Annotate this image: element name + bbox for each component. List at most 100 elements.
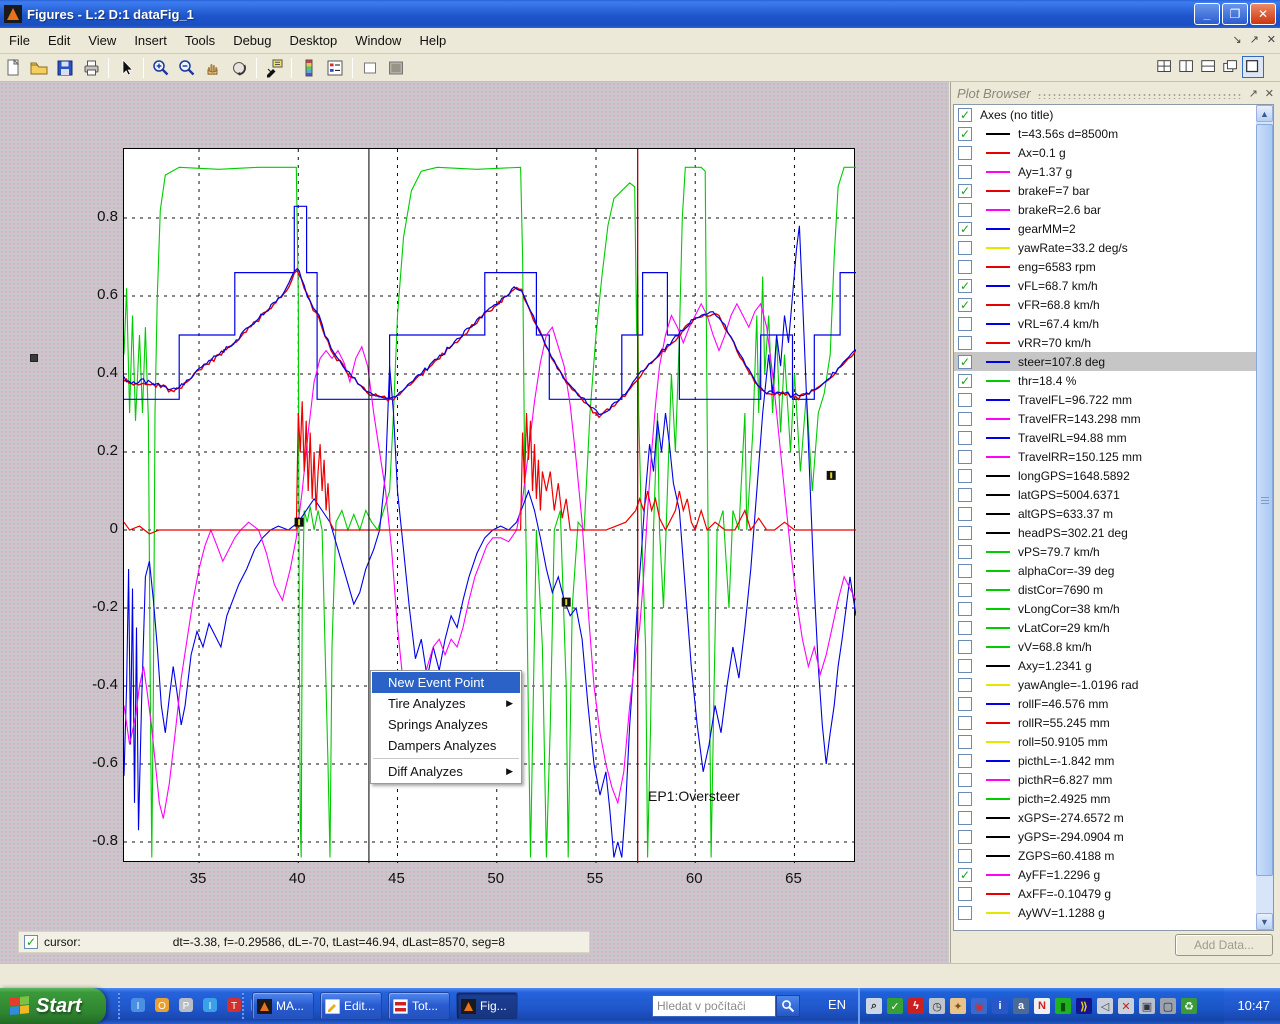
search-button[interactable] xyxy=(776,995,800,1017)
dock-icon[interactable]: ↘ xyxy=(1232,33,1241,46)
row-checkbox[interactable]: ✓ xyxy=(958,298,972,312)
network-computers-icon[interactable]: ▣ xyxy=(1139,998,1155,1014)
open-folder-button[interactable] xyxy=(27,56,51,80)
plot-browser-row[interactable]: AxFF=-0.10479 g xyxy=(954,884,1273,903)
menu-desktop[interactable]: Desktop xyxy=(281,29,347,52)
figure-canvas[interactable]: -0.8-0.6-0.4-0.200.20.40.60.835404550556… xyxy=(0,82,949,963)
scrollbar-thumb[interactable] xyxy=(1256,124,1273,876)
row-checkbox[interactable] xyxy=(958,564,972,578)
task-button-Tot[interactable]: Tot... xyxy=(388,992,450,1020)
plot-browser-row[interactable]: rollR=55.245 mm xyxy=(954,713,1273,732)
battery-green-icon[interactable]: ▮ xyxy=(1055,998,1071,1014)
row-checkbox[interactable] xyxy=(958,621,972,635)
plot-browser-row[interactable]: rollF=46.576 mm xyxy=(954,694,1273,713)
layout-hsplit-button[interactable] xyxy=(1198,56,1220,78)
row-checkbox[interactable]: ✓ xyxy=(958,374,972,388)
row-checkbox[interactable] xyxy=(958,754,972,768)
plot-browser-row[interactable]: picthR=6.827 mm xyxy=(954,770,1273,789)
language-indicator[interactable]: EN xyxy=(828,997,846,1012)
row-checkbox[interactable] xyxy=(958,412,972,426)
plot-browser-row[interactable]: TravelRL=94.88 mm xyxy=(954,428,1273,447)
row-checkbox[interactable] xyxy=(958,640,972,654)
undock-icon[interactable]: ↗ xyxy=(1250,33,1259,46)
row-checkbox[interactable]: ✓ xyxy=(958,184,972,198)
plot-browser-row[interactable]: ✓brakeF=7 bar xyxy=(954,181,1273,200)
network-error-icon[interactable]: ✕ xyxy=(1118,998,1134,1014)
plot-browser-row[interactable]: vLongCor=38 km/h xyxy=(954,599,1273,618)
layout-grid-button[interactable] xyxy=(1154,56,1176,78)
outlook-icon[interactable]: O xyxy=(152,994,172,1016)
row-checkbox[interactable] xyxy=(958,830,972,844)
hand-tool-icon[interactable]: ✦ xyxy=(950,998,966,1014)
row-checkbox[interactable] xyxy=(958,697,972,711)
row-checkbox[interactable] xyxy=(958,488,972,502)
window-titlebar[interactable]: Figures - L:2 D:1 dataFig_1 _ ❐ ✕ xyxy=(0,0,1280,28)
row-checkbox[interactable] xyxy=(958,849,972,863)
plot-browser-row[interactable]: vPS=79.7 km/h xyxy=(954,542,1273,561)
row-checkbox[interactable] xyxy=(958,716,972,730)
context-menu-item[interactable]: Springs Analyzes xyxy=(372,714,520,735)
row-checkbox[interactable] xyxy=(958,203,972,217)
plot-browser-row[interactable]: TravelRR=150.125 mm xyxy=(954,447,1273,466)
close-panel-icon[interactable]: ✕ xyxy=(1265,87,1274,100)
plot-browser-row[interactable]: altGPS=633.37 m xyxy=(954,504,1273,523)
plot-browser-row[interactable]: distCor=7690 m xyxy=(954,580,1273,599)
plot-browser-row[interactable]: yGPS=-294.0904 m xyxy=(954,827,1273,846)
plot-browser-row[interactable]: ✓vFL=68.7 km/h xyxy=(954,276,1273,295)
internet-explorer-icon[interactable]: I xyxy=(200,994,220,1016)
cursor-checkbox[interactable]: ✓ xyxy=(24,935,38,949)
menu-debug[interactable]: Debug xyxy=(224,29,280,52)
menu-view[interactable]: View xyxy=(79,29,125,52)
rotate-3d-button[interactable] xyxy=(227,56,251,80)
row-checkbox[interactable] xyxy=(958,792,972,806)
flash-red-icon[interactable]: ϟ xyxy=(908,998,924,1014)
plot-browser-row[interactable]: TravelFL=96.722 mm xyxy=(954,390,1273,409)
menu-edit[interactable]: Edit xyxy=(39,29,79,52)
plot-browser-row[interactable]: headPS=302.21 deg xyxy=(954,523,1273,542)
row-checkbox[interactable]: ✓ xyxy=(958,279,972,293)
scroll-up-icon[interactable]: ▲ xyxy=(1256,105,1273,122)
plot-browser-row[interactable]: yawRate=33.2 deg/s xyxy=(954,238,1273,257)
shield-green-icon[interactable]: ✓ xyxy=(887,998,903,1014)
restore-button[interactable]: ❐ xyxy=(1222,3,1248,25)
plot-browser-row[interactable]: ✓gearMM=2 xyxy=(954,219,1273,238)
a-badge-icon[interactable]: a xyxy=(1013,998,1029,1014)
monitor-icon[interactable]: ▢ xyxy=(1160,998,1176,1014)
row-checkbox[interactable] xyxy=(958,431,972,445)
minimize-button[interactable]: _ xyxy=(1194,3,1220,25)
row-checkbox[interactable] xyxy=(958,602,972,616)
plot-browser-row[interactable]: picthL=-1.842 mm xyxy=(954,751,1273,770)
plot-browser-row[interactable]: Axy=1.2341 g xyxy=(954,656,1273,675)
row-checkbox[interactable] xyxy=(958,906,972,920)
row-checkbox[interactable] xyxy=(958,735,972,749)
globe-update-icon[interactable]: ◉ xyxy=(971,998,987,1014)
task-button-Edit[interactable]: Edit... xyxy=(320,992,382,1020)
row-checkbox[interactable] xyxy=(958,545,972,559)
search-input[interactable]: Hledat v počítači xyxy=(652,995,776,1017)
square-filled-button[interactable] xyxy=(384,56,408,80)
row-checkbox[interactable] xyxy=(958,336,972,350)
plot-browser-row[interactable]: ✓AyFF=1.2296 g xyxy=(954,865,1273,884)
new-document-button[interactable] xyxy=(1,56,25,80)
zoom-out-button[interactable] xyxy=(175,56,199,80)
layout-cascade-button[interactable] xyxy=(1220,56,1242,78)
plot-browser-row[interactable]: vV=68.8 km/h xyxy=(954,637,1273,656)
total-commander-icon[interactable]: T xyxy=(224,994,244,1016)
row-checkbox[interactable] xyxy=(958,678,972,692)
plot-browser-row[interactable]: picth=2.4925 mm xyxy=(954,789,1273,808)
menu-file[interactable]: File xyxy=(0,29,39,52)
plot-browser-row[interactable]: xGPS=-274.6572 m xyxy=(954,808,1273,827)
context-menu-item[interactable]: Tire Analyzes▶ xyxy=(372,693,520,714)
plot-browser-row[interactable]: ✓t=43.56s d=8500m xyxy=(954,124,1273,143)
row-checkbox[interactable]: ✓ xyxy=(958,868,972,882)
volume-icon[interactable]: ◁ xyxy=(1097,998,1113,1014)
row-checkbox[interactable] xyxy=(958,811,972,825)
menu-insert[interactable]: Insert xyxy=(125,29,176,52)
plot-browser-row[interactable]: eng=6583 rpm xyxy=(954,257,1273,276)
task-button-MA[interactable]: MA... xyxy=(252,992,314,1020)
ie-document-icon[interactable]: I xyxy=(128,994,148,1016)
row-checkbox[interactable] xyxy=(958,165,972,179)
plot-browser-row[interactable]: ZGPS=60.4188 m xyxy=(954,846,1273,865)
row-checkbox[interactable]: ✓ xyxy=(958,355,972,369)
context-menu-item[interactable]: Diff Analyzes▶ xyxy=(372,761,520,782)
